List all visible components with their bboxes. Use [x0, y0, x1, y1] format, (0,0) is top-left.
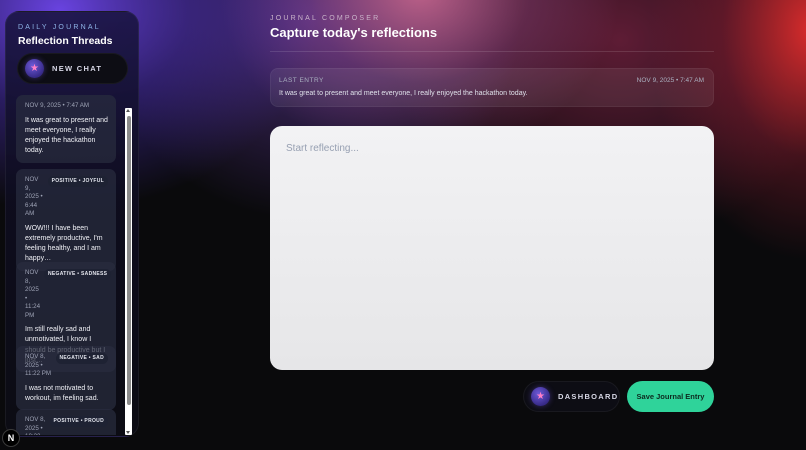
- page-title: Capture today's reflections: [270, 25, 438, 40]
- entry-date: NOV 8, 2025 • 11:24 PM: [25, 269, 41, 319]
- sentiment-badge: POSITIVE • PROUD: [49, 416, 108, 427]
- star-icon: ★: [25, 59, 44, 78]
- nextjs-logo-icon[interactable]: N: [2, 429, 20, 447]
- scrollbar-thumb[interactable]: [126, 116, 131, 405]
- header-divider: [270, 51, 714, 52]
- composer-kicker: JOURNAL COMPOSER: [270, 15, 381, 22]
- sentiment-badge: NEGATIVE • SAD: [55, 353, 108, 364]
- dashboard-label: DASHBOARD: [558, 392, 619, 401]
- entry-card[interactable]: NOV 8, 2025 • 10:33 PM POSITIVE • PROUD: [16, 409, 116, 435]
- entry-date: NOV 8, 2025 • 11:22 PM: [25, 353, 52, 377]
- sidebar-kicker: DAILY JOURNAL: [18, 24, 101, 31]
- entry-date: NOV 9, 2025 • 7:47 AM: [25, 102, 90, 109]
- entry-card[interactable]: NOV 9, 2025 • 7:47 AM It was great to pr…: [16, 95, 116, 163]
- sentiment-badge: POSITIVE • JOYFUL: [47, 176, 108, 187]
- last-entry-label: LAST ENTRY: [279, 77, 324, 84]
- journal-textarea[interactable]: [270, 126, 714, 370]
- last-entry-date: NOV 9, 2025 • 7:47 AM: [636, 77, 704, 84]
- new-chat-button[interactable]: ★ NEW CHAT: [17, 53, 128, 84]
- entry-card[interactable]: NOV 9, 2025 • 6:44 AM POSITIVE • JOYFUL …: [16, 169, 116, 271]
- entry-date: NOV 9, 2025 • 6:44 AM: [25, 176, 43, 217]
- entry-text: It was great to present and meet everyon…: [25, 116, 108, 155]
- save-journal-entry-button[interactable]: Save Journal Entry: [627, 381, 714, 412]
- entry-card[interactable]: NOV 8, 2025 • 11:22 PM NEGATIVE • SAD I …: [16, 346, 116, 411]
- scroll-up-arrow-icon[interactable]: [126, 109, 130, 112]
- sidebar: DAILY JOURNAL Reflection Threads ★ NEW C…: [5, 11, 139, 437]
- entry-text: WOW!!! I have been extremely productive,…: [25, 224, 103, 263]
- entry-list[interactable]: NOV 9, 2025 • 7:47 AM It was great to pr…: [16, 95, 120, 435]
- star-icon: ★: [531, 387, 550, 406]
- entry-text: I was not motivated to workout, im feeli…: [25, 384, 99, 402]
- sidebar-title: Reflection Threads: [18, 35, 113, 47]
- last-entry-card: LAST ENTRY NOV 9, 2025 • 7:47 AM It was …: [270, 68, 714, 107]
- entry-list-scrollbar[interactable]: [125, 108, 132, 435]
- last-entry-text: It was great to present and meet everyon…: [279, 90, 528, 97]
- entry-date: NOV 8, 2025 • 10:33 PM: [25, 416, 46, 435]
- scroll-down-arrow-icon[interactable]: [126, 431, 130, 434]
- dashboard-button[interactable]: ★ DASHBOARD: [523, 381, 620, 412]
- new-chat-label: NEW CHAT: [52, 64, 103, 73]
- sentiment-badge: NEGATIVE • SADNESS: [44, 269, 112, 280]
